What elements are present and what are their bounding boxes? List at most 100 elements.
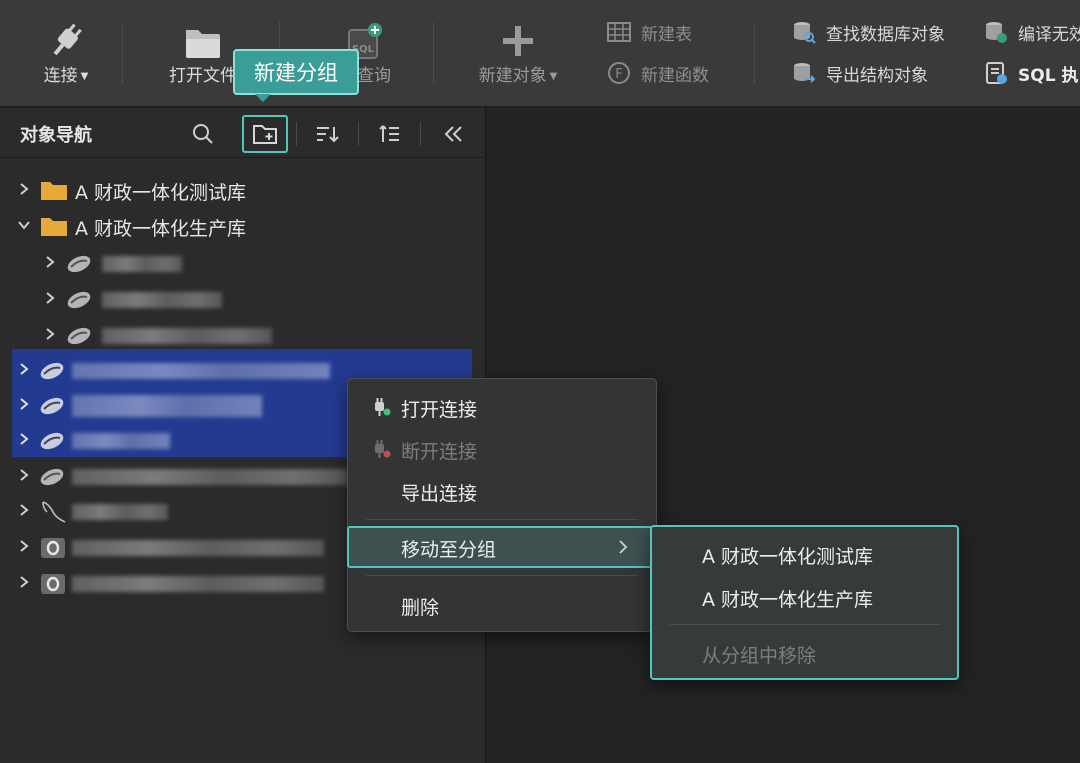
sql-script-icon [984,61,1008,85]
group-label: A 财政一体化生产库 [75,218,247,240]
header-divider [296,122,297,146]
new-group-button[interactable] [242,115,288,153]
mysql-dolphin-icon [42,501,66,523]
menu-item-label: 移动至分组 [401,539,497,561]
oracle-db-icon [40,362,64,380]
chevron-right-icon[interactable] [17,396,31,412]
compile-invalid-button[interactable]: 编译无效 [984,17,1080,47]
plug-icon [46,0,86,62]
search-button[interactable] [181,116,225,152]
submenu-item-remove-from-group[interactable]: 从分组中移除 [702,641,816,668]
context-menu: 打开连接 断开连接 导出连接 移动至分组 删除 [347,378,657,632]
export-structure-button[interactable]: 导出结构对象 [792,58,928,88]
menu-item-delete[interactable]: 删除 [348,585,656,625]
toolbar-divider [754,22,755,84]
tree-group-prod[interactable]: A 财政一体化生产库 [0,208,486,244]
chevron-right-icon[interactable] [17,467,31,483]
menu-item-export-connection[interactable]: 导出连接 [348,471,656,511]
oracle-db-icon [67,327,91,345]
plug-connected-icon [375,398,391,416]
tree-connection[interactable] [0,317,486,353]
chevron-right-icon[interactable] [43,326,57,342]
search-icon [193,124,213,144]
tree-connection[interactable] [0,281,486,317]
menu-item-label: 导出连接 [401,483,478,505]
connection-name-redacted [102,292,222,308]
new-group-tooltip: 新建分组 [233,49,359,102]
connection-name-redacted [102,328,272,344]
chevron-right-icon[interactable] [43,290,57,306]
collapse-panel-button[interactable] [432,116,476,152]
new-table-button[interactable]: 新建表 [607,17,692,47]
menu-item-label: 打开连接 [401,399,478,421]
database-o-icon [41,538,65,558]
connection-name-redacted [72,395,262,417]
connection-name-redacted [72,363,330,379]
connection-name-redacted [72,576,324,592]
new-function-label: 新建函数 [641,65,709,86]
find-db-object-button[interactable]: 查找数据库对象 [792,17,945,47]
menu-separator [366,519,638,520]
menu-item-label: 断开连接 [401,441,478,463]
open-file-label: 打开文件 [169,66,237,86]
chevron-down-icon: ▼ [549,71,558,82]
chevron-right-icon[interactable] [17,181,31,197]
chevron-down-icon: ▼ [80,71,89,82]
database-o-icon [41,574,65,594]
chevron-down-icon[interactable] [17,217,31,233]
plus-icon [498,0,538,62]
connection-name-redacted [72,433,170,449]
oracle-db-icon [40,432,64,450]
sort-icon [317,127,339,143]
new-object-button[interactable]: 新建对象 ▼ [466,0,570,107]
chevron-right-icon[interactable] [17,502,31,518]
oracle-db-icon [67,255,91,273]
menu-item-close-connection[interactable]: 断开连接 [348,429,656,469]
export-structure-label: 导出结构对象 [826,65,928,86]
new-function-button[interactable]: F 新建函数 [607,58,709,88]
sql-execute-button[interactable]: SQL 执 [984,58,1078,88]
compile-invalid-label: 编译无效 [1018,24,1080,45]
chevron-right-icon[interactable] [17,574,31,590]
oracle-db-icon [40,468,64,486]
menu-item-open-connection[interactable]: 打开连接 [348,387,656,427]
connection-name-redacted [72,540,324,556]
menu-item-label: 删除 [401,597,440,619]
plug-disconnected-icon [375,440,391,458]
chevron-right-icon [619,540,628,554]
header-divider [420,122,421,146]
tree-group-test[interactable]: A 财政一体化测试库 [0,172,486,208]
database-search-icon [792,20,816,44]
svg-text:F: F [615,67,622,82]
chevron-right-icon[interactable] [17,361,31,377]
new-object-label: 新建对象 [478,66,547,86]
find-db-object-label: 查找数据库对象 [826,24,945,45]
sync-icon [379,125,399,142]
folder-open-icon [183,0,223,62]
menu-separator [366,575,638,576]
chevron-right-icon[interactable] [17,431,31,447]
chevron-right-icon[interactable] [17,538,31,554]
submenu-item-group-prod[interactable]: A 财政一体化生产库 [702,585,873,612]
header-divider [358,122,359,146]
sql-execute-label: SQL 执 [1018,65,1079,86]
chevron-right-icon[interactable] [43,254,57,270]
connection-name-redacted [72,504,168,520]
connect-label: 连接 [43,66,78,86]
sort-button[interactable] [305,116,349,152]
folder-icon [41,218,67,236]
folder-icon [41,182,67,200]
connection-name-redacted [102,256,182,272]
connect-button[interactable]: 连接 ▼ [28,0,104,107]
toolbar-divider [122,22,123,84]
oracle-db-icon [67,291,91,309]
sync-button[interactable] [368,116,412,152]
table-icon [607,20,631,44]
submenu-item-group-test[interactable]: A 财政一体化测试库 [702,542,873,569]
menu-item-move-to-group[interactable]: 移动至分组 [347,526,653,568]
group-label: A 财政一体化测试库 [75,182,247,204]
main-toolbar: 连接 ▼ 打开文件 SQL 查询 新建对象 ▼ 新建表 F 新建函数 查找数据库… [0,0,1080,107]
tree-connection[interactable] [0,245,486,281]
oracle-db-icon [40,397,64,415]
move-to-group-submenu: A 财政一体化测试库 A 财政一体化生产库 从分组中移除 [650,525,959,680]
